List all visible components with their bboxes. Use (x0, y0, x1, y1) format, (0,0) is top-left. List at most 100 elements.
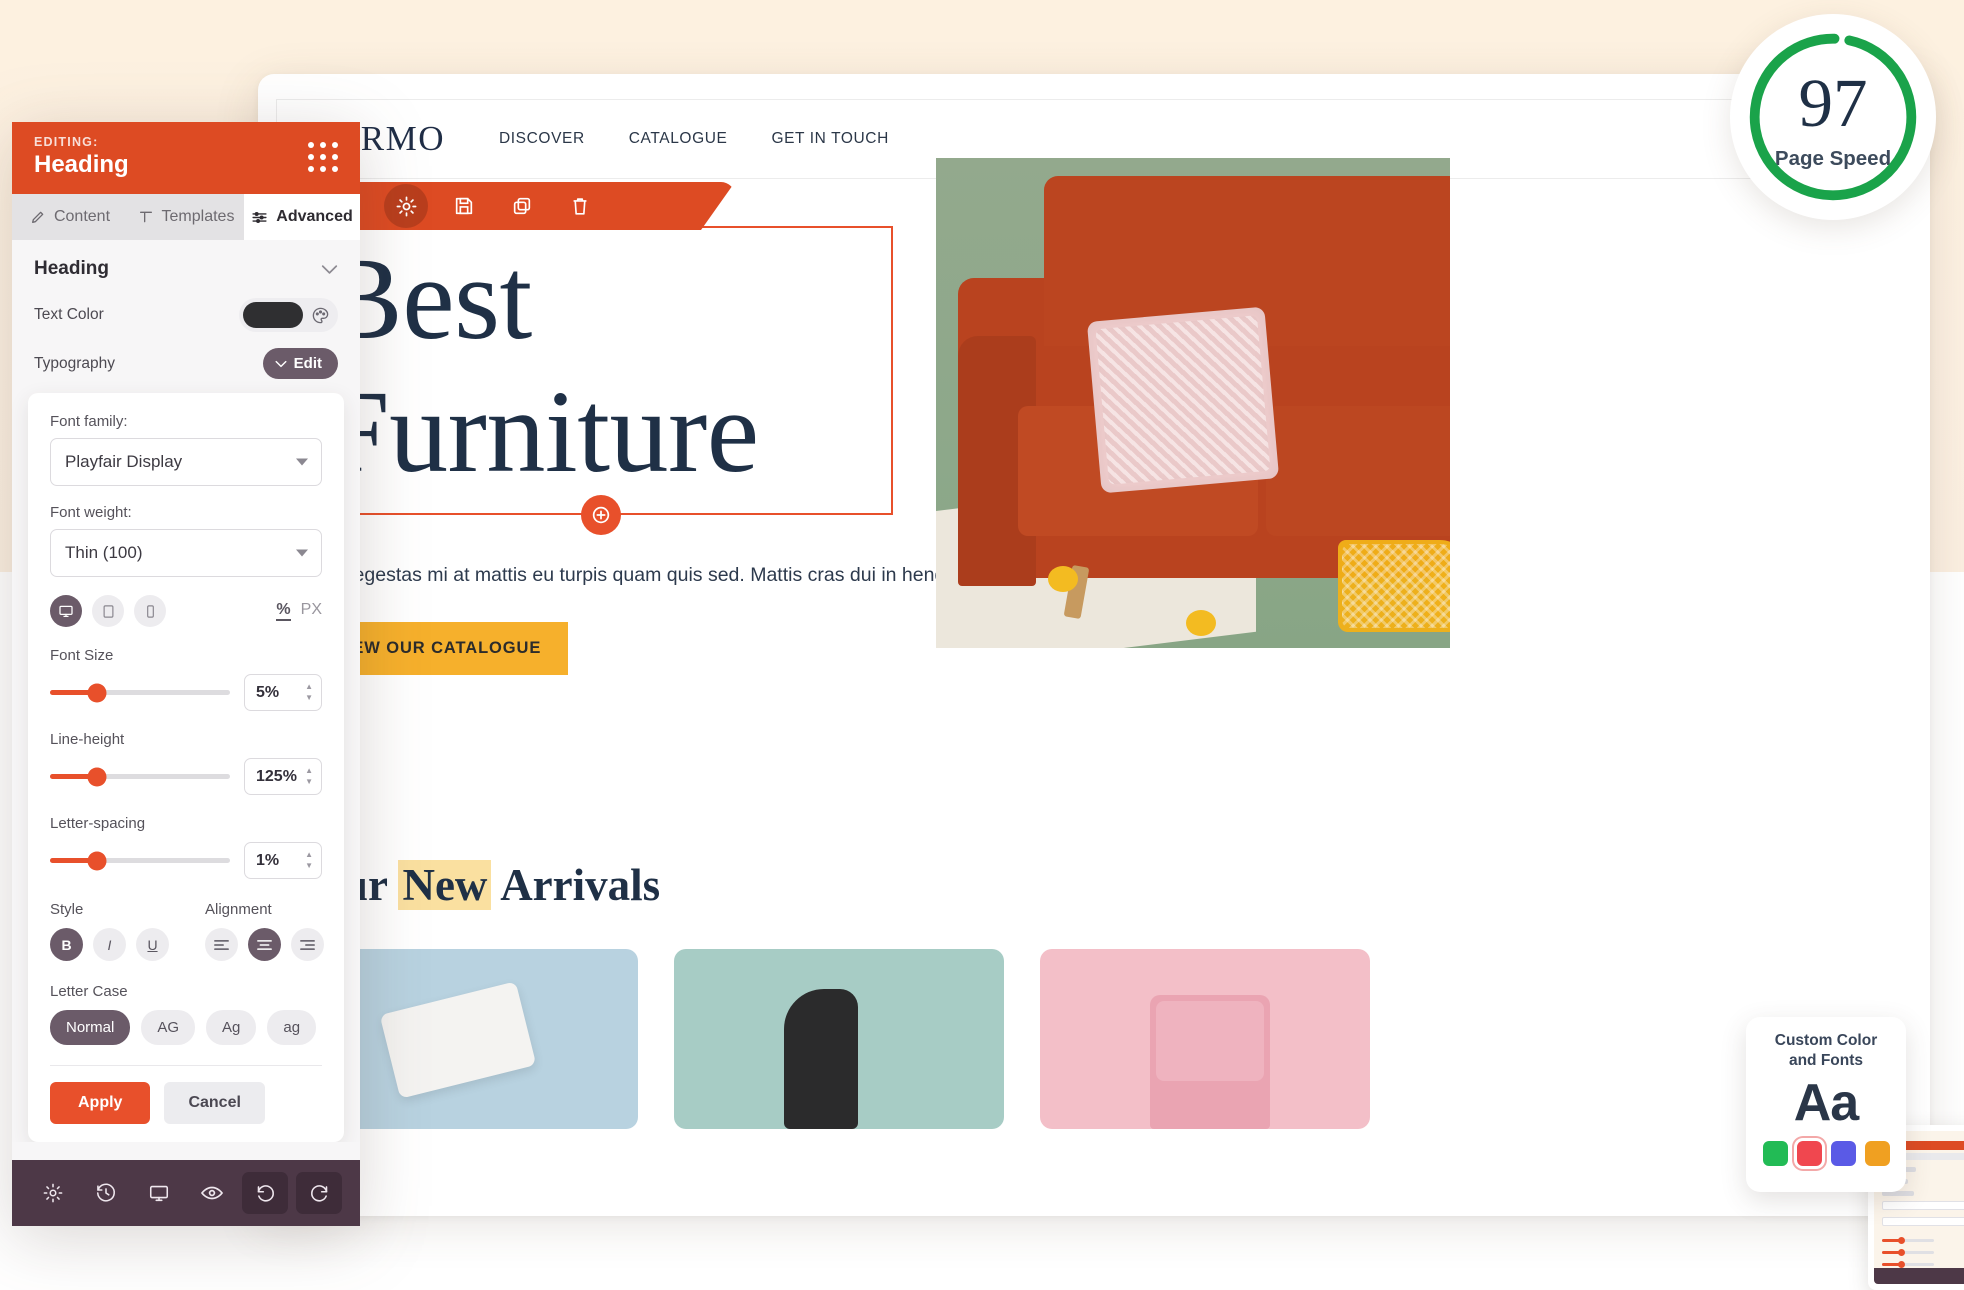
typography-row: Typography Edit (12, 340, 360, 387)
align-left-icon[interactable] (205, 928, 238, 961)
bold-button-label: B (61, 936, 72, 953)
duplicate-icon[interactable] (500, 184, 544, 228)
letter-spacing-input[interactable]: 1% ▲ ▼ (244, 842, 322, 879)
align-center-icon[interactable] (248, 928, 281, 961)
font-family-select[interactable]: Playfair Display (50, 438, 322, 486)
desktop-icon[interactable] (50, 595, 82, 627)
tab-content[interactable]: Content (12, 194, 128, 240)
line-height-input[interactable]: 125% ▲ ▼ (244, 758, 322, 795)
color-swatch-red[interactable] (1796, 1141, 1822, 1167)
line-height-label: Line-height (50, 731, 125, 748)
line-height-slider[interactable] (50, 767, 230, 786)
settings-gear-icon[interactable] (30, 1172, 76, 1214)
redo-icon[interactable] (296, 1172, 342, 1214)
apply-button[interactable]: Apply (50, 1082, 151, 1124)
element-editor-panel: EDITING: Heading Content Templates Advan… (12, 122, 360, 1226)
line-height-stepper[interactable]: ▲ ▼ (305, 767, 313, 786)
letter-case-uppercase[interactable]: AG (141, 1010, 196, 1045)
font-size-stepper[interactable]: ▲ ▼ (305, 683, 313, 702)
alignment-label: Alignment (205, 901, 272, 918)
font-weight-value: Thin (100) (65, 543, 143, 562)
line-height-block: Line-height 125% ▲ ▼ (50, 731, 322, 795)
bold-button[interactable]: B (50, 928, 83, 961)
site-nav-links: DISCOVER CATALOGUE GET IN TOUCH (499, 130, 889, 148)
product-card-pink[interactable] (1040, 949, 1370, 1129)
element-edit-toolbar (310, 182, 735, 230)
line-height-value: 125% (256, 767, 297, 785)
color-swatch-orange[interactable] (1864, 1141, 1890, 1167)
device-unit-row: % PX (50, 595, 322, 627)
nav-link-catalogue[interactable]: CATALOGUE (629, 130, 728, 148)
arrivals-title-highlight: New (398, 860, 492, 910)
heading-section-header[interactable]: Heading (12, 240, 360, 290)
font-size-input[interactable]: 5% ▲ ▼ (244, 674, 322, 711)
hero-heading-line2: Furniture (324, 366, 759, 498)
custom-color-fonts-card: Custom Color and Fonts Aa (1746, 1017, 1906, 1192)
tab-templates[interactable]: Templates (128, 194, 244, 240)
font-family-value: Playfair Display (65, 452, 183, 471)
history-clock-icon[interactable] (83, 1172, 129, 1214)
add-circle-icon[interactable] (580, 494, 621, 535)
letter-case-capitalize[interactable]: Ag (206, 1010, 257, 1045)
undo-icon[interactable] (242, 1172, 288, 1214)
color-swatch-list (1756, 1141, 1896, 1167)
trash-icon[interactable] (558, 184, 602, 228)
font-size-slider-handle[interactable] (87, 683, 107, 702)
custom-card-title-line2: and Fonts (1788, 1052, 1864, 1070)
letter-spacing-slider[interactable] (50, 851, 230, 870)
drag-grip-icon[interactable] (308, 142, 338, 172)
font-weight-select[interactable]: Thin (100) (50, 529, 322, 577)
font-size-label: Font Size (50, 647, 114, 664)
text-color-control[interactable] (239, 298, 338, 332)
editor-editing-label: EDITING: (34, 135, 99, 149)
font-size-value: 5% (256, 683, 280, 701)
style-alignment-row: Style B I U Alignment (50, 901, 324, 961)
line-height-slider-handle[interactable] (87, 767, 107, 786)
selected-heading-frame[interactable]: Best Furniture (308, 182, 893, 535)
cancel-button[interactable]: Cancel (164, 1082, 265, 1124)
eye-preview-icon[interactable] (189, 1172, 235, 1214)
typography-label: Typography (34, 354, 115, 372)
text-color-label: Text Color (34, 306, 104, 323)
letter-case-lowercase[interactable]: ag (267, 1010, 317, 1045)
product-card-teal[interactable] (674, 949, 1004, 1129)
letter-case-group: Letter Case Normal AG Ag ag (50, 983, 322, 1045)
chevron-down-icon[interactable] (321, 264, 338, 275)
color-palette-icon[interactable] (311, 306, 330, 325)
letter-spacing-stepper[interactable]: ▲ ▼ (305, 851, 313, 870)
arrivals-title-part2: Arrivals (491, 860, 661, 910)
hero-left-column: Best Furniture Eget egestas mi at mattis… (308, 182, 984, 675)
pencil-icon (30, 209, 46, 225)
popup-actions: Apply Cancel (50, 1082, 322, 1124)
nav-link-get-in-touch[interactable]: GET IN TOUCH (771, 130, 888, 148)
save-icon[interactable] (442, 184, 486, 228)
mobile-icon[interactable] (134, 595, 166, 627)
underline-button-label: U (147, 936, 158, 953)
unit-percent[interactable]: % (276, 601, 291, 621)
tab-advanced[interactable]: Advanced (244, 194, 360, 240)
text-color-swatch[interactable] (243, 302, 303, 328)
typography-edit-button[interactable]: Edit (262, 348, 338, 379)
letter-case-normal[interactable]: Normal (50, 1010, 131, 1045)
arrivals-card-list (308, 949, 1370, 1129)
style-label: Style (50, 901, 84, 918)
underline-button[interactable]: U (136, 928, 169, 961)
nav-link-discover[interactable]: DISCOVER (499, 130, 585, 148)
desktop-preview-icon[interactable] (136, 1172, 182, 1214)
tablet-icon[interactable] (92, 595, 124, 627)
color-swatch-green[interactable] (1762, 1141, 1788, 1167)
arrivals-heading: Our New Arrivals (308, 859, 660, 911)
hero-sofa-image (936, 158, 1450, 648)
font-size-slider[interactable] (50, 683, 230, 702)
settings-gear-icon[interactable] (384, 184, 428, 228)
chevron-down-icon (296, 549, 308, 557)
align-right-icon[interactable] (291, 928, 324, 961)
editor-header: EDITING: Heading (12, 122, 360, 194)
alignment-group: Alignment (205, 901, 324, 961)
italic-button[interactable]: I (93, 928, 126, 961)
letter-spacing-slider-handle[interactable] (87, 851, 107, 870)
unit-px[interactable]: PX (301, 601, 322, 621)
custom-card-title-line1: Custom Color (1774, 1032, 1878, 1049)
color-swatch-blue[interactable] (1830, 1141, 1856, 1167)
editor-footer-toolbar (12, 1160, 360, 1226)
